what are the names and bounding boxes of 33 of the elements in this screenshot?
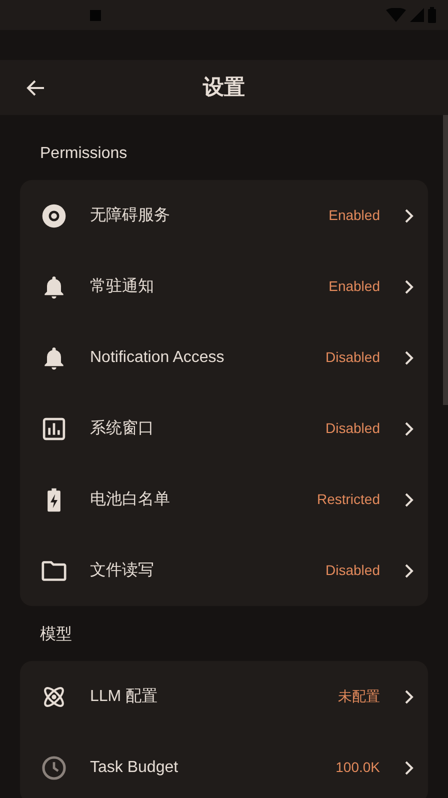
row-label: LLM 配置 xyxy=(90,686,159,706)
settings-row[interactable]: LLM 配置 未配置 xyxy=(20,661,428,732)
status-text: Disabled xyxy=(326,348,380,367)
page-title: 设置 xyxy=(203,74,245,101)
row-label: 文件读写 xyxy=(90,560,155,580)
status-text: Disabled xyxy=(326,419,380,438)
settings-row[interactable]: 电池白名单 Restricted xyxy=(20,464,428,535)
settings-row[interactable]: 无障碍服务 Enabled xyxy=(20,180,428,251)
signal-icon xyxy=(410,8,424,22)
settings-row[interactable]: Task Budget 100.0K xyxy=(20,732,428,798)
row-label: Notification Access xyxy=(90,348,226,368)
target-icon xyxy=(40,202,68,230)
notification-icon xyxy=(90,10,101,20)
section-header: 模型 xyxy=(40,626,72,643)
row-label: 常驻通知 xyxy=(90,276,155,296)
settings-row[interactable]: 常驻通知 Enabled xyxy=(20,251,428,322)
row-label: Task Budget xyxy=(90,758,180,778)
status-text: 未配置 xyxy=(338,687,380,706)
status-text: Enabled xyxy=(328,206,380,225)
settings-row[interactable]: Notification Access Disabled xyxy=(20,322,428,393)
row-label: 电池白名单 xyxy=(90,490,171,510)
status-text: Disabled xyxy=(326,561,380,580)
status-text: Enabled xyxy=(328,277,380,296)
status-text: Restricted xyxy=(316,490,380,509)
settings-row[interactable]: 系统窗口 Disabled xyxy=(20,393,428,464)
status-text: 100.0K xyxy=(336,758,380,777)
settings-row[interactable]: 文件读写 Disabled xyxy=(20,535,428,606)
row-label: 系统窗口 xyxy=(90,418,155,438)
wifi-icon xyxy=(386,8,406,22)
section-header: Permissions xyxy=(40,145,128,162)
row-label: 无障碍服务 xyxy=(90,206,171,226)
battery-icon xyxy=(428,7,436,23)
clock-icon xyxy=(40,754,68,782)
